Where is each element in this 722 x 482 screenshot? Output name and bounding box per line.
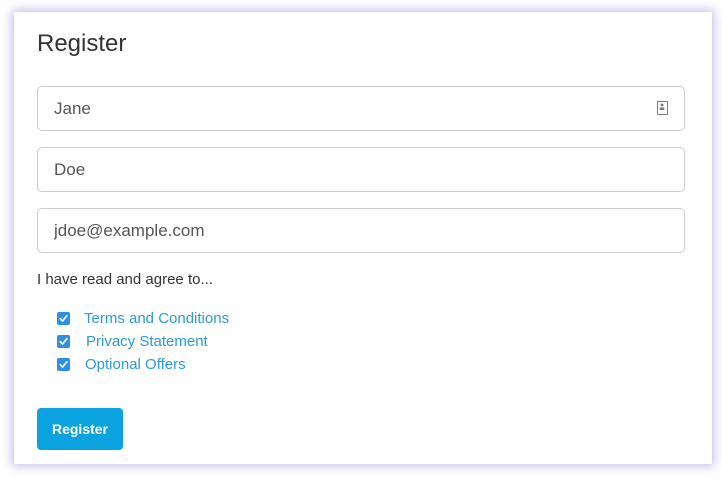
checkmark-icon	[59, 360, 68, 368]
last-name-input[interactable]	[37, 147, 685, 192]
checkmark-icon	[59, 337, 68, 345]
email-input[interactable]	[37, 208, 685, 253]
privacy-link[interactable]: Privacy Statement	[86, 333, 208, 350]
consent-offers[interactable]: Optional Offers	[57, 354, 186, 374]
checkmark-icon	[59, 314, 68, 322]
register-button[interactable]: Register	[37, 408, 123, 450]
contact-card-icon[interactable]	[657, 101, 668, 115]
first-name-input[interactable]	[37, 86, 685, 131]
offers-checkbox[interactable]	[57, 357, 70, 371]
agree-text: I have read and agree to...	[37, 271, 213, 288]
consent-terms[interactable]: Terms and Conditions	[57, 308, 229, 328]
privacy-checkbox[interactable]	[57, 334, 70, 348]
terms-checkbox[interactable]	[57, 311, 70, 325]
consent-privacy[interactable]: Privacy Statement	[57, 331, 208, 351]
terms-link[interactable]: Terms and Conditions	[84, 310, 229, 327]
register-card: Register I have read and agree to... Ter…	[14, 12, 712, 464]
page-title: Register	[37, 30, 127, 57]
offers-link[interactable]: Optional Offers	[85, 356, 186, 373]
